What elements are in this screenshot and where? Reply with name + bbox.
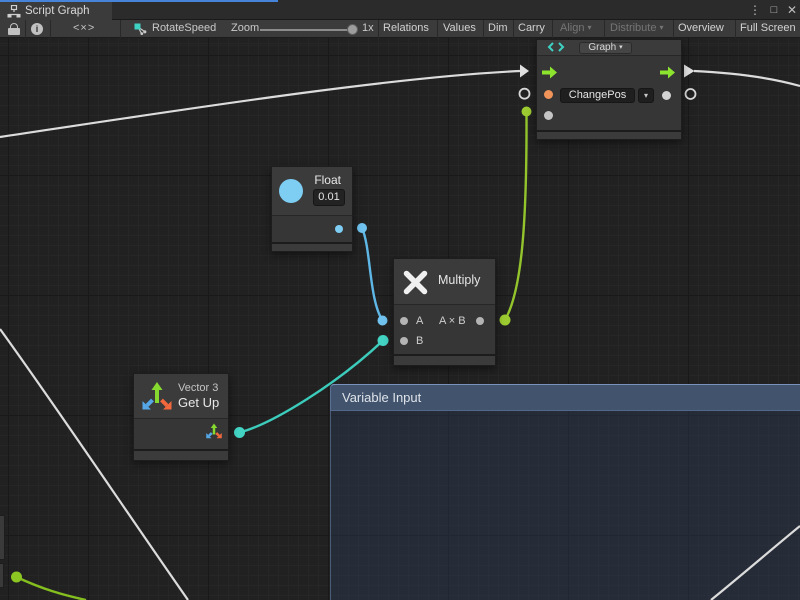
wire-control-in[interactable] [0,71,520,137]
wire-arrowhead-in [520,65,529,78]
node-title: Float [314,173,341,187]
node-vector3-get-up[interactable]: Vector 3 Get Up [133,373,229,461]
wire-end-dot[interactable] [11,572,22,583]
node-set-variable[interactable]: Graph ▾ ChangePos ▾ [536,39,682,140]
port-a-label: A [416,314,423,328]
distribute-button: Distribute▾ [610,20,663,37]
variable-name-chevron[interactable]: ▾ [638,88,654,103]
tab-title: Script Graph [25,2,90,20]
port-float-output[interactable] [335,225,343,233]
node-footer [537,130,681,139]
divider [513,20,514,38]
port-value-output[interactable] [662,91,671,100]
port-out-label: A × B [439,314,466,328]
node-clipped-left-footer[interactable] [0,563,4,588]
divider [120,20,121,38]
port-ring-right[interactable] [686,89,696,99]
relations-button[interactable]: Relations [383,20,429,37]
group-title: Variable Input [342,385,421,411]
port-out-output[interactable] [476,317,484,325]
wire-lime-bottom-left[interactable] [17,577,87,600]
window-close-icon[interactable]: ✕ [785,2,799,20]
port-vector3-output[interactable] [205,422,223,440]
divider [735,20,736,38]
graph-breadcrumb-icon [134,23,148,35]
code-view-icon[interactable]: <×> [73,20,95,37]
port-ring-left[interactable] [520,89,530,99]
graph-toolbar: i <×> RotateSpeed Zoom 1x Relations Valu… [0,20,800,38]
port-b-input[interactable] [400,337,408,345]
node-title: Vector 3 [178,382,218,394]
breadcrumb[interactable]: RotateSpeed [152,20,216,37]
wire-end-dot[interactable] [378,335,389,346]
chevron-down-icon: ▾ [659,23,663,32]
chevron-down-icon: ▾ [587,23,591,32]
divider [437,20,438,38]
divider [604,20,605,38]
wire-multiply-to-setvar[interactable] [505,112,527,321]
divider [552,20,553,38]
group-header[interactable]: Variable Input [330,384,800,411]
tab-script-graph[interactable]: Script Graph [0,2,112,20]
wire-control-out[interactable] [694,71,800,86]
zoom-value: 1x [362,20,374,37]
node-footer [272,242,352,251]
fullscreen-button[interactable]: Full Screen [740,20,796,37]
variable-name-dropdown[interactable]: ChangePos [560,88,635,103]
wire-end-dot[interactable] [378,316,388,326]
control-output-arrow[interactable] [660,66,675,79]
float-type-icon [279,179,303,203]
window-menu-icon[interactable]: ⋮ [748,2,762,20]
group-body [330,411,800,600]
dim-button[interactable]: Dim [488,20,508,37]
port-value-input[interactable] [544,111,553,120]
node-subtitle: Get Up [178,395,219,410]
carry-button[interactable]: Carry [518,20,545,37]
node-clipped-left[interactable] [0,515,5,560]
wire-float-to-multiply[interactable] [362,228,383,321]
wire-arrowhead-out [684,65,695,78]
node-multiply[interactable]: Multiply A A × B B [393,258,496,366]
divider [673,20,674,38]
node-float[interactable]: Float 0.01 [271,166,353,252]
overview-button[interactable]: Overview [678,20,724,37]
divider [378,20,379,38]
wire-end-dot[interactable] [522,107,532,117]
window-maximize-icon[interactable]: □ [767,2,781,20]
divider [50,20,51,38]
chevron-down-icon: ▾ [619,42,623,53]
values-button[interactable]: Values [443,20,476,37]
tab-bar: Script Graph ⋮ □ ✕ [0,0,800,20]
node-footer [134,449,228,460]
divider [25,20,26,38]
variable-kind-dropdown[interactable]: Graph ▾ [579,42,632,55]
script-graph-icon [7,5,21,18]
node-title: Multiply [438,273,480,287]
align-button: Align▾ [560,20,591,37]
info-icon[interactable]: i [31,23,43,35]
wire-end-dot[interactable] [500,315,511,326]
divider [483,20,484,38]
graph-canvas[interactable]: Variable Input [0,38,800,600]
float-value-field[interactable]: 0.01 [313,189,345,206]
vector3-icon [139,378,175,414]
zoom-label: Zoom [231,20,259,37]
wire-white-long[interactable] [0,329,188,600]
node-footer [394,354,495,365]
port-a-input[interactable] [400,317,408,325]
port-name-input[interactable] [544,90,553,99]
port-b-label: B [416,334,423,348]
zoom-slider-handle[interactable] [347,24,358,35]
script-graph-window: Script Graph ⋮ □ ✕ i <×> RotateSpeed Zoo… [0,0,800,600]
control-input-arrow[interactable] [542,66,557,79]
graph-variable-icon [547,42,567,52]
wire-end-dot[interactable] [357,223,367,233]
multiply-icon [402,269,429,296]
group-variable-input[interactable]: Variable Input [330,384,800,600]
zoom-slider[interactable] [260,29,348,31]
wire-end-dot[interactable] [234,427,245,438]
